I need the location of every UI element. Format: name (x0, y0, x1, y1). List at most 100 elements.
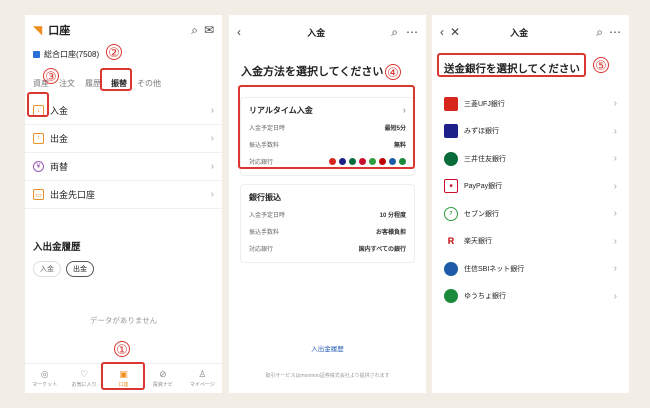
smbc-logo-icon (444, 151, 458, 166)
chevron-right-icon: › (210, 189, 214, 200)
tab-orders[interactable]: 注文 (59, 78, 75, 91)
search-icon[interactable]: ⌕ (391, 25, 398, 40)
chevron-right-icon: › (613, 125, 617, 137)
bank-account-icon: ▭ (33, 189, 44, 200)
history-filter: 入金 出金 (25, 261, 222, 277)
planet-icon: ◎ (40, 369, 49, 379)
compass-icon: ⊘ (159, 369, 167, 379)
bank-row-yucho[interactable]: ゆうちょ銀行 › (432, 283, 629, 311)
menu-item-withdraw[interactable]: ↑ 出金 › (25, 125, 222, 153)
highlight-deposit-item (27, 92, 49, 117)
account-selector[interactable]: 総合口座(7508) (25, 45, 222, 64)
card-title: 銀行振込 (249, 193, 281, 202)
nav-label: 投資ナビ (152, 382, 173, 388)
nav-favorites[interactable]: ♡ お気に入り (64, 364, 103, 393)
account-icon (33, 51, 40, 58)
deposit-header: ‹ 入金 ⌕ ⋯ (229, 15, 426, 49)
bank-row-mufg[interactable]: 三菱UFJ銀行 › (432, 90, 629, 118)
nav-invest[interactable]: ⊘ 投資ナビ (143, 364, 182, 393)
bank-row-seven[interactable]: 7 セブン銀行 › (432, 200, 629, 228)
menu-item-exchange[interactable]: ¥ 両替 › (25, 153, 222, 181)
nav-market[interactable]: ◎ マーケット (25, 364, 64, 393)
row-value: お客様負担 (375, 230, 406, 236)
empty-state: データがありません (89, 316, 158, 325)
bank-label: みずほ銀行 (464, 128, 499, 136)
nav-label: お気に入り (71, 382, 97, 388)
nav-label: マーケット (32, 382, 58, 388)
withdraw-icon: ↑ (33, 133, 44, 144)
tab-other[interactable]: その他 (137, 78, 161, 91)
menu-item-deposit[interactable]: ↓ 入金 › (25, 97, 222, 125)
menu-label: 出金先口座 (50, 190, 96, 200)
account-header: ◥ 口座 ⌕ ✉ (25, 15, 222, 45)
moomoo-logo-icon: ◥ (33, 23, 43, 37)
history-title: 入出金履歴 (33, 242, 81, 253)
chevron-right-icon: › (210, 105, 214, 116)
bank-row-rakuten[interactable]: R 楽天銀行 › (432, 228, 629, 256)
chevron-right-icon: › (613, 290, 617, 302)
mufg-logo-icon (444, 96, 458, 111)
more-icon[interactable]: ⋯ (406, 25, 418, 39)
annotation-2: ② (106, 44, 122, 60)
seven-logo-icon: 7 (444, 206, 458, 221)
annotation-4: ④ (385, 64, 401, 80)
footer-note: 取引サービスはmoomoo証券株式会社より提供されます (265, 373, 390, 379)
tab-history[interactable]: 履歴 (85, 78, 101, 91)
bank-row-paypay[interactable]: ■ PayPay銀行 › (432, 173, 629, 201)
annotation-1: ① (114, 341, 130, 357)
row-value: 10 分程度 (379, 213, 406, 219)
bank-row-sbi[interactable]: 住信SBIネット銀行 › (432, 255, 629, 283)
mizuho-logo-icon (444, 124, 458, 139)
search-icon[interactable]: ⌕ (191, 23, 198, 38)
bank-label: ゆうちょ銀行 (464, 293, 506, 301)
account-name: 総合口座(7508) (44, 50, 100, 59)
bank-select-header: ‹ ✕ 入金 ⌕ ⋯ (432, 15, 629, 49)
mail-icon[interactable]: ✉ (204, 23, 214, 37)
chevron-right-icon: › (210, 161, 214, 172)
bank-label: 楽天銀行 (464, 238, 492, 246)
page-title: 口座 (48, 25, 71, 37)
bank-label: 三井住友銀行 (464, 155, 506, 163)
chevron-right-icon: › (613, 180, 617, 192)
chevron-right-icon: › (210, 133, 214, 144)
chip-withdraw[interactable]: 出金 (66, 261, 94, 277)
bank-label: 三菱UFJ銀行 (464, 100, 505, 108)
bank-transfer-card[interactable]: 銀行振込 入金予定日時 10 分程度 振込手数料 お客様負担 対応銀行 国内すべての銀… (240, 184, 415, 263)
user-icon: ♙ (198, 369, 207, 379)
bank-label: PayPay銀行 (464, 183, 503, 191)
annotation-3: ③ (43, 68, 59, 84)
highlight-account-nav (101, 362, 145, 390)
history-link[interactable]: 入出金履歴 (229, 343, 426, 353)
menu-item-withdraw-account[interactable]: ▭ 出金先口座 › (25, 181, 222, 209)
back-icon[interactable]: ‹ (440, 25, 444, 39)
page-title: 入金 (510, 27, 529, 38)
search-icon[interactable]: ⌕ (596, 25, 603, 40)
chevron-right-icon: › (613, 98, 617, 110)
sbi-logo-icon (444, 261, 458, 276)
nav-mypage[interactable]: ♙ マイページ (183, 364, 222, 393)
menu-label: 入金 (50, 106, 69, 116)
paypay-logo-icon: ■ (444, 179, 458, 194)
annotation-5: ⑤ (593, 57, 609, 73)
row-value: 国内すべての銀行 (358, 247, 406, 253)
more-icon[interactable]: ⋯ (609, 25, 621, 39)
bank-label: セブン銀行 (464, 210, 499, 218)
highlight-transfer-tab (100, 68, 132, 91)
chevron-right-icon: › (613, 208, 617, 220)
row-key: 振込手数料 (249, 230, 280, 236)
chevron-right-icon: › (613, 153, 617, 165)
rakuten-logo-icon: R (444, 234, 458, 249)
bank-row-smbc[interactable]: 三井住友銀行 › (432, 145, 629, 173)
row-key: 入金予定日時 (249, 213, 286, 219)
bank-label: 住信SBIネット銀行 (464, 265, 525, 273)
exchange-icon: ¥ (33, 161, 44, 172)
menu-label: 両替 (50, 162, 69, 172)
highlight-realtime-card (238, 85, 415, 169)
page-title: 入金 (307, 27, 326, 38)
nav-label: マイページ (189, 382, 215, 388)
chip-deposit[interactable]: 入金 (33, 261, 61, 277)
highlight-bank-heading (437, 53, 586, 77)
bank-row-mizuho[interactable]: みずほ銀行 › (432, 118, 629, 146)
row-key: 対応銀行 (249, 247, 274, 253)
menu-label: 出金 (50, 134, 69, 144)
